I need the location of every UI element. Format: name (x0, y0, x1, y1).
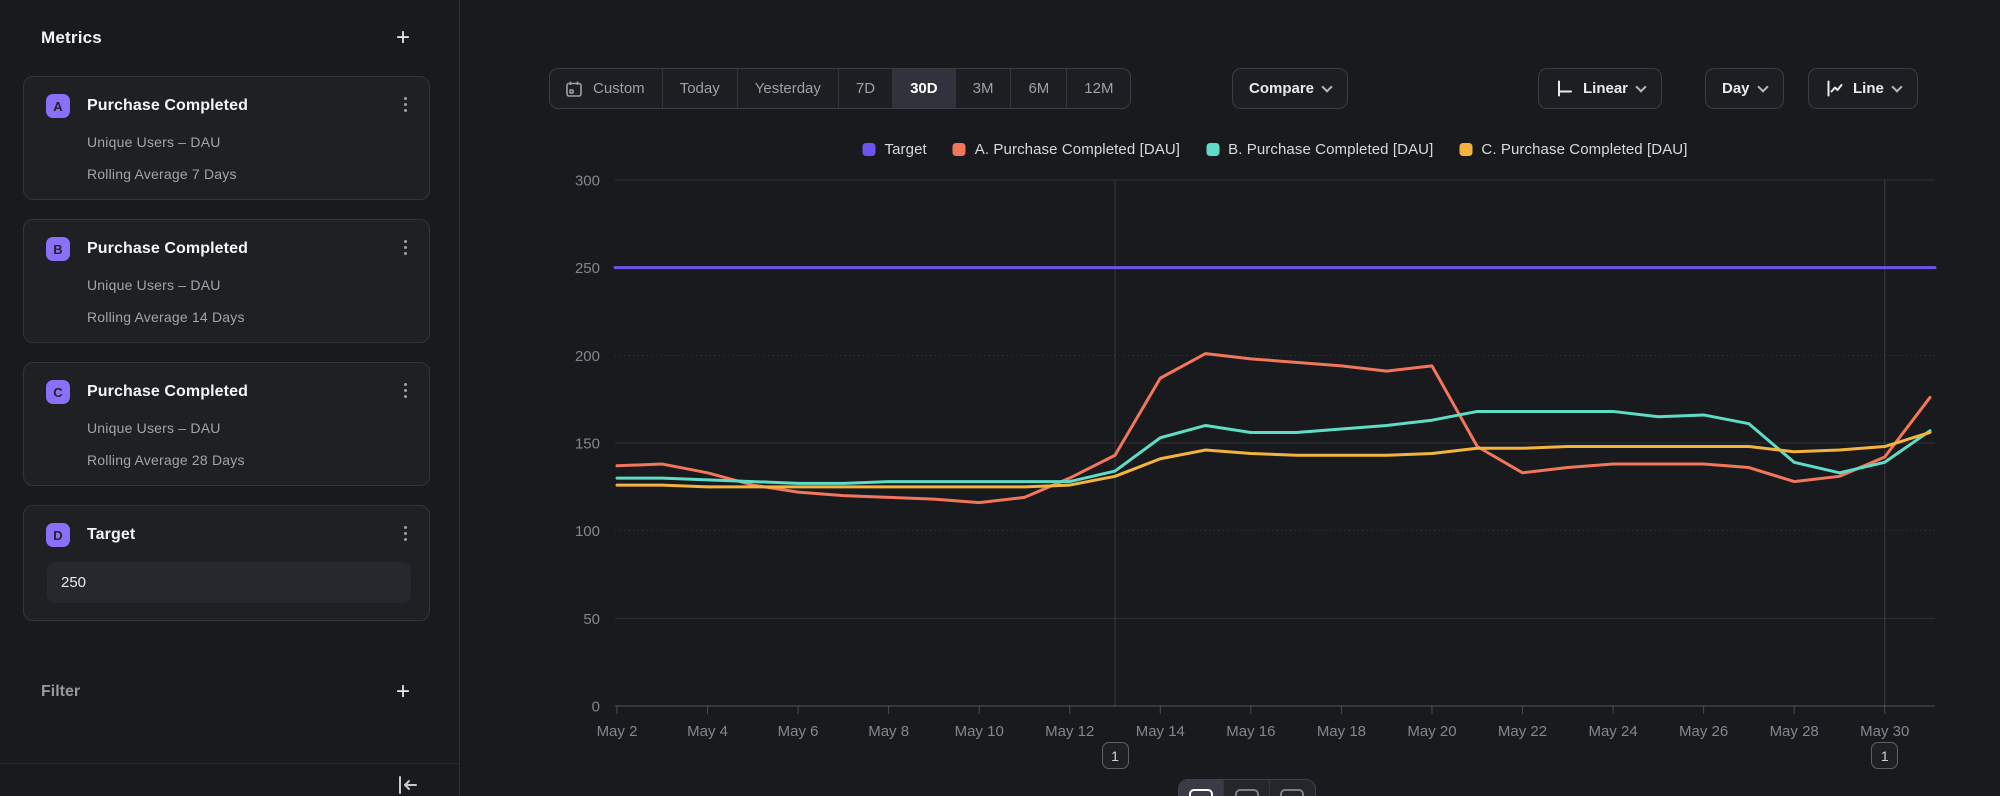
x-axis-label: May 4 (687, 723, 728, 740)
y-axis-label: 200 (575, 348, 600, 365)
metric-badge: A (46, 94, 70, 118)
x-axis-label: May 16 (1226, 723, 1275, 740)
view-toggle-bar-chart[interactable] (1224, 780, 1269, 796)
metric-card-target[interactable]: D Target (23, 505, 430, 621)
y-axis-label: 150 (575, 436, 600, 453)
metric-title: Target (87, 526, 135, 544)
bar-chart-icon (1235, 789, 1259, 796)
metric-detail: Rolling Average 28 Days (87, 452, 411, 468)
table-icon (1280, 789, 1304, 796)
view-toggle-table[interactable] (1270, 780, 1315, 796)
x-axis-label: May 18 (1317, 723, 1366, 740)
view-toggle-group (1178, 779, 1316, 796)
sidebar-footer (0, 763, 459, 796)
add-metric-button[interactable]: + (391, 26, 415, 50)
x-axis-label: May 30 (1860, 723, 1909, 740)
metric-detail: Rolling Average 14 Days (87, 309, 411, 325)
metric-card-b[interactable]: B Purchase Completed Unique Users – DAU … (23, 219, 430, 343)
x-axis-label: May 20 (1407, 723, 1456, 740)
metric-card-c[interactable]: C Purchase Completed Unique Users – DAU … (23, 362, 430, 486)
metric-menu-icon[interactable] (397, 379, 413, 401)
x-axis-label: May 22 (1498, 723, 1547, 740)
y-axis-label: 300 (575, 173, 600, 190)
filter-section: Filter + (0, 640, 459, 704)
x-axis-label: May 26 (1679, 723, 1728, 740)
target-value-input[interactable] (47, 562, 411, 603)
metric-card-a[interactable]: A Purchase Completed Unique Users – DAU … (23, 76, 430, 200)
x-axis-label: May 8 (868, 723, 909, 740)
x-axis-label: May 14 (1136, 723, 1185, 740)
metric-menu-icon[interactable] (397, 93, 413, 115)
metric-card-list: A Purchase Completed Unique Users – DAU … (0, 50, 459, 621)
metrics-title: Metrics (41, 28, 102, 48)
x-axis-label: May 12 (1045, 723, 1094, 740)
metric-badge: B (46, 237, 70, 261)
metrics-header: Metrics + (0, 0, 459, 50)
annotation-badge[interactable]: 1 (1871, 742, 1898, 769)
metric-subtitle: Unique Users – DAU (87, 134, 411, 150)
annotation-badge[interactable]: 1 (1102, 742, 1129, 769)
metrics-sidebar: Metrics + A Purchase Completed Unique Us… (0, 0, 460, 796)
metric-subtitle: Unique Users – DAU (87, 420, 411, 436)
metric-menu-icon[interactable] (397, 236, 413, 258)
x-axis-label: May 24 (1588, 723, 1637, 740)
metric-menu-icon[interactable] (397, 522, 413, 544)
metric-title: Purchase Completed (87, 97, 248, 115)
x-axis-label: May 2 (597, 723, 638, 740)
series-line-a-purchase-completed-dau-[interactable] (617, 354, 1930, 503)
y-axis-label: 250 (575, 260, 600, 277)
y-axis-label: 0 (592, 699, 600, 716)
line-chart: 0 50 100 150 200 250 300 May 2 May 4 May 6 May 8 Ma… (460, 0, 2000, 796)
y-axis-label: 50 (583, 611, 600, 628)
chart-panel: Custom Today Yesterday 7D 30D 3M 6M 12M … (460, 0, 2000, 796)
metric-badge: D (46, 523, 70, 547)
add-filter-button[interactable]: + (391, 680, 415, 704)
series-line-c-purchase-completed-dau-[interactable] (617, 432, 1930, 486)
y-axis-label: 100 (575, 523, 600, 540)
metric-subtitle: Unique Users – DAU (87, 277, 411, 293)
x-axis-label: May 10 (955, 723, 1004, 740)
metric-detail: Rolling Average 7 Days (87, 166, 411, 182)
metric-title: Purchase Completed (87, 240, 248, 258)
view-toggle-line-chart[interactable] (1179, 780, 1224, 796)
x-axis-label: May 28 (1770, 723, 1819, 740)
metric-badge: C (46, 380, 70, 404)
line-chart-icon (1189, 789, 1213, 796)
metric-title: Purchase Completed (87, 383, 248, 401)
x-axis-label: May 6 (778, 723, 819, 740)
collapse-sidebar-icon[interactable] (395, 772, 419, 796)
filter-title: Filter (41, 683, 80, 701)
